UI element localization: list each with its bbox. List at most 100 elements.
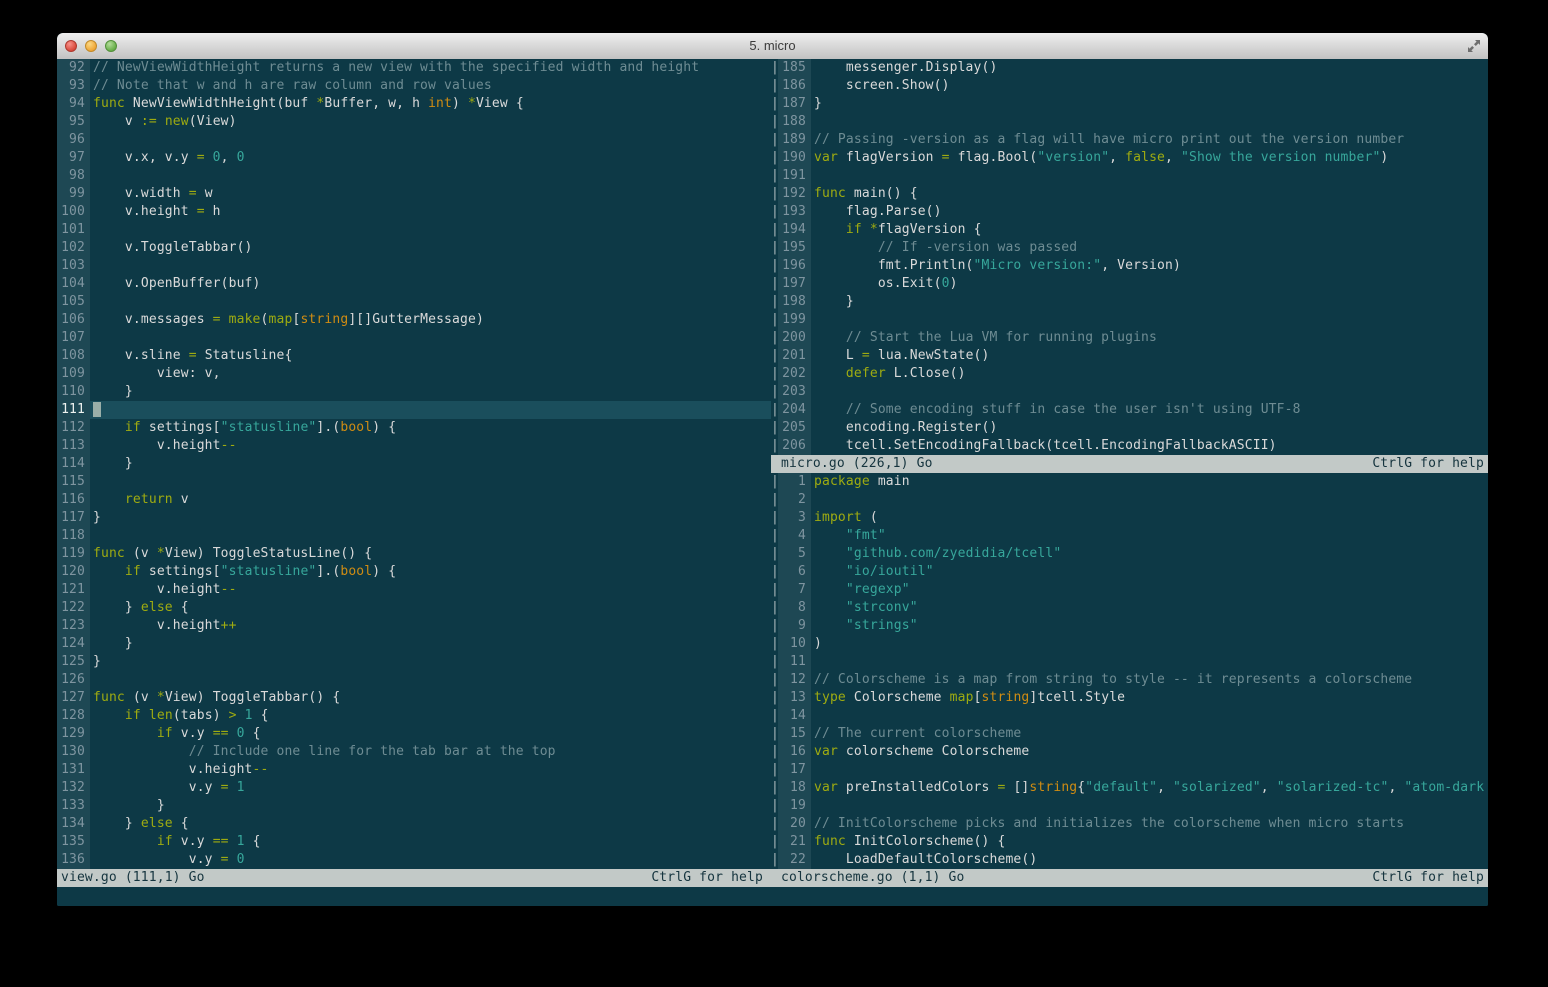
code-row[interactable]: 96: [57, 131, 771, 149]
code-row[interactable]: 132 v.y = 1: [57, 779, 771, 797]
code-row[interactable]: |13type Colorscheme map[string]tcell.Sty…: [771, 689, 1488, 707]
code-line[interactable]: }: [811, 95, 1488, 113]
code-line[interactable]: var flagVersion = flag.Bool("version", f…: [811, 149, 1488, 167]
code-line[interactable]: // Colorscheme is a map from string to s…: [811, 671, 1488, 689]
code-row[interactable]: 100 v.height = h: [57, 203, 771, 221]
code-row[interactable]: |194 if *flagVersion {: [771, 221, 1488, 239]
code-row[interactable]: 103: [57, 257, 771, 275]
code-line[interactable]: [90, 473, 771, 491]
code-line[interactable]: "strconv": [811, 599, 1488, 617]
code-row[interactable]: |187}: [771, 95, 1488, 113]
code-line[interactable]: // Passing -version as a flag will have …: [811, 131, 1488, 149]
code-row[interactable]: 127func (v *View) ToggleTabbar() {: [57, 689, 771, 707]
code-row[interactable]: |9 "strings": [771, 617, 1488, 635]
code-row[interactable]: |190var flagVersion = flag.Bool("version…: [771, 149, 1488, 167]
code-line[interactable]: [90, 671, 771, 689]
code-line[interactable]: [811, 491, 1488, 509]
title-bar[interactable]: 5. micro: [57, 33, 1488, 60]
code-row[interactable]: |195 // If -version was passed: [771, 239, 1488, 257]
code-line[interactable]: ): [811, 635, 1488, 653]
code-line[interactable]: if len(tabs) > 1 {: [90, 707, 771, 725]
code-line[interactable]: }: [90, 653, 771, 671]
code-line[interactable]: "regexp": [811, 581, 1488, 599]
code-line[interactable]: }: [90, 383, 771, 401]
code-line[interactable]: // Note that w and h are raw column and …: [90, 77, 771, 95]
code-row[interactable]: |21func InitColorscheme() {: [771, 833, 1488, 851]
code-line[interactable]: "github.com/zyedidia/tcell": [811, 545, 1488, 563]
code-row[interactable]: |186 screen.Show(): [771, 77, 1488, 95]
code-row[interactable]: 98: [57, 167, 771, 185]
code-row[interactable]: |189// Passing -version as a flag will h…: [771, 131, 1488, 149]
code-row[interactable]: 95 v := new(View): [57, 113, 771, 131]
code-row[interactable]: 102 v.ToggleTabbar(): [57, 239, 771, 257]
code-row[interactable]: 114 }: [57, 455, 771, 473]
code-row[interactable]: |197 os.Exit(0): [771, 275, 1488, 293]
code-line[interactable]: [811, 653, 1488, 671]
code-line[interactable]: [811, 761, 1488, 779]
code-row[interactable]: 135 if v.y == 1 {: [57, 833, 771, 851]
code-row[interactable]: |203: [771, 383, 1488, 401]
code-row[interactable]: 112 if settings["statusline"].(bool) {: [57, 419, 771, 437]
code-line[interactable]: } else {: [90, 599, 771, 617]
code-row[interactable]: 122 } else {: [57, 599, 771, 617]
code-line[interactable]: encoding.Register(): [811, 419, 1488, 437]
code-line[interactable]: func NewViewWidthHeight(buf *Buffer, w, …: [90, 95, 771, 113]
code-line[interactable]: // The current colorscheme: [811, 725, 1488, 743]
code-line[interactable]: // Some encoding stuff in case the user …: [811, 401, 1488, 419]
code-row[interactable]: 104 v.OpenBuffer(buf): [57, 275, 771, 293]
code-row[interactable]: |206 tcell.SetEncodingFallback(tcell.Enc…: [771, 437, 1488, 455]
code-row[interactable]: 93// Note that w and h are raw column an…: [57, 77, 771, 95]
code-line[interactable]: [811, 167, 1488, 185]
code-row[interactable]: 110 }: [57, 383, 771, 401]
code-row[interactable]: |10): [771, 635, 1488, 653]
code-line[interactable]: flag.Parse(): [811, 203, 1488, 221]
code-line[interactable]: }: [90, 509, 771, 527]
code-row[interactable]: 131 v.height--: [57, 761, 771, 779]
code-line[interactable]: if v.y == 1 {: [90, 833, 771, 851]
code-line[interactable]: [90, 257, 771, 275]
code-line[interactable]: }: [811, 293, 1488, 311]
code-row[interactable]: |12// Colorscheme is a map from string t…: [771, 671, 1488, 689]
code-line[interactable]: messenger.Display(): [811, 59, 1488, 77]
code-line[interactable]: v.height = h: [90, 203, 771, 221]
pane-view[interactable]: 92// NewViewWidthHeight returns a new vi…: [57, 59, 771, 869]
code-row[interactable]: |192func main() {: [771, 185, 1488, 203]
code-line[interactable]: // Include one line for the tab bar at t…: [90, 743, 771, 761]
code-line[interactable]: screen.Show(): [811, 77, 1488, 95]
code-line[interactable]: "strings": [811, 617, 1488, 635]
fullscreen-icon[interactable]: [1466, 38, 1482, 54]
code-row[interactable]: |200 // Start the Lua VM for running plu…: [771, 329, 1488, 347]
code-row[interactable]: |11: [771, 653, 1488, 671]
code-line[interactable]: v.x, v.y = 0, 0: [90, 149, 771, 167]
code-row[interactable]: 109 view: v,: [57, 365, 771, 383]
code-line[interactable]: var colorscheme Colorscheme: [811, 743, 1488, 761]
code-row[interactable]: 118: [57, 527, 771, 545]
code-row[interactable]: |8 "strconv": [771, 599, 1488, 617]
code-line[interactable]: v.width = w: [90, 185, 771, 203]
code-row[interactable]: |20// InitColorscheme picks and initiali…: [771, 815, 1488, 833]
code-line[interactable]: func (v *View) ToggleStatusLine() {: [90, 545, 771, 563]
code-line[interactable]: func main() {: [811, 185, 1488, 203]
code-row[interactable]: |188: [771, 113, 1488, 131]
code-row[interactable]: 111: [57, 401, 771, 419]
code-row[interactable]: 129 if v.y == 0 {: [57, 725, 771, 743]
code-row[interactable]: 113 v.height--: [57, 437, 771, 455]
code-line[interactable]: v.messages = make(map[string][]GutterMes…: [90, 311, 771, 329]
code-row[interactable]: 130 // Include one line for the tab bar …: [57, 743, 771, 761]
code-line[interactable]: [90, 527, 771, 545]
code-row[interactable]: 119func (v *View) ToggleStatusLine() {: [57, 545, 771, 563]
code-row[interactable]: 121 v.height--: [57, 581, 771, 599]
code-line[interactable]: [811, 707, 1488, 725]
code-row[interactable]: |6 "io/ioutil": [771, 563, 1488, 581]
code-line[interactable]: "io/ioutil": [811, 563, 1488, 581]
code-line[interactable]: L = lua.NewState(): [811, 347, 1488, 365]
code-line[interactable]: [811, 383, 1488, 401]
code-row[interactable]: |198 }: [771, 293, 1488, 311]
code-line[interactable]: v.height--: [90, 437, 771, 455]
code-line[interactable]: v.height++: [90, 617, 771, 635]
code-line[interactable]: if v.y == 0 {: [90, 725, 771, 743]
code-line[interactable]: func InitColorscheme() {: [811, 833, 1488, 851]
code-row[interactable]: |202 defer L.Close(): [771, 365, 1488, 383]
code-row[interactable]: 108 v.sline = Statusline{: [57, 347, 771, 365]
code-row[interactable]: 123 v.height++: [57, 617, 771, 635]
